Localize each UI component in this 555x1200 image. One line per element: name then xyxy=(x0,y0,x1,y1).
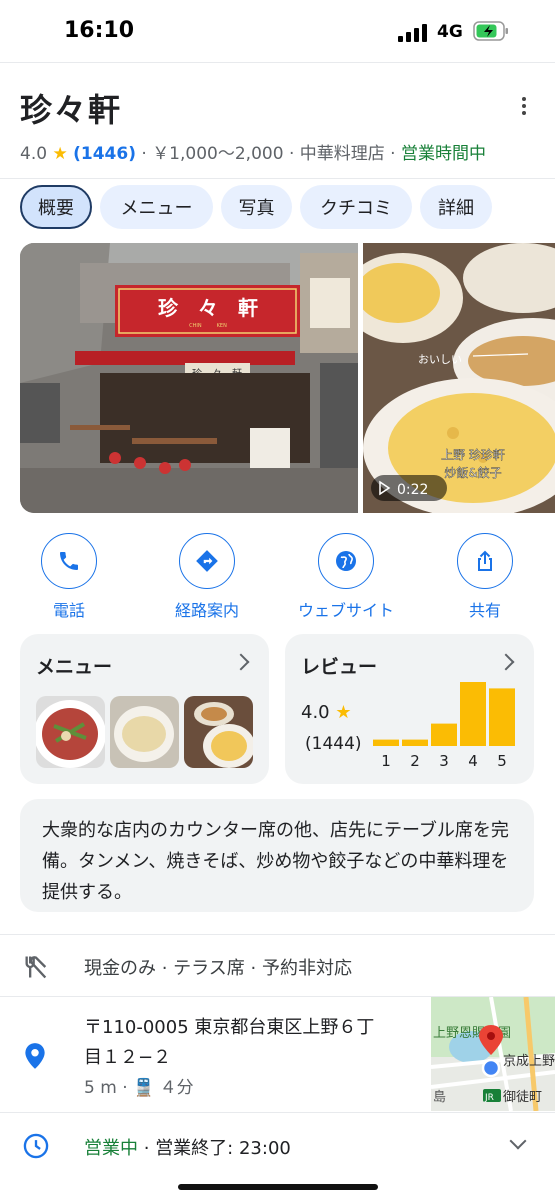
tab-photos[interactable]: 写真 xyxy=(221,185,292,229)
histogram-bar-1 xyxy=(373,739,399,746)
home-indicator xyxy=(178,1184,378,1190)
address-row[interactable]: 〒110-0005 東京都台東区上野６丁 目１２−２ 5 m · 🚆 ４分 上野… xyxy=(0,996,555,1112)
review-count-link[interactable]: (1446) xyxy=(73,144,136,164)
status-bar: 16:10 4G xyxy=(0,0,555,62)
histogram-bar-3 xyxy=(431,723,457,746)
shop-sign-sub: CHIN KEN xyxy=(189,323,227,329)
review-count: (1444) xyxy=(305,734,362,754)
amenities-row: 現金のみ · テラス席 · 予約非対応 xyxy=(0,934,555,996)
phone-icon xyxy=(41,533,97,589)
tab-reviews[interactable]: クチコミ xyxy=(300,185,412,229)
chevron-right-icon xyxy=(497,653,515,671)
globe-icon xyxy=(318,533,374,589)
map-label-island: 島 xyxy=(433,1090,446,1105)
tab-menu[interactable]: メニュー xyxy=(100,185,213,229)
call-button[interactable]: 電話 xyxy=(14,533,124,621)
address-line-1: 〒110-0005 東京都台東区上野６丁 xyxy=(84,1017,375,1038)
hours-row[interactable]: 営業中 · 営業終了: 23:00 xyxy=(0,1112,555,1178)
star-icon: ★ xyxy=(52,144,68,164)
chevron-down-icon[interactable] xyxy=(509,1132,527,1150)
hours-text: 営業中 · 営業終了: 23:00 xyxy=(84,1138,291,1159)
call-label: 電話 xyxy=(52,601,85,620)
review-card-title: レビュー xyxy=(301,656,378,678)
rating-value: 4.0 xyxy=(20,144,48,164)
video-scribble: おいしい xyxy=(418,353,462,366)
directions-label: 経路案内 xyxy=(174,601,239,620)
tab-details[interactable]: 詳細 xyxy=(420,185,492,229)
signal-icon xyxy=(398,24,428,42)
directions-icon xyxy=(179,533,235,589)
address-text: 〒110-0005 東京都台東区上野６丁 目１２−２ xyxy=(84,1013,374,1073)
map-jr-badge: JR xyxy=(484,1093,494,1103)
network-type: 4G xyxy=(437,22,463,42)
video-caption-2: 炒飯&餃子 xyxy=(444,465,501,480)
menu-photo-2[interactable] xyxy=(110,696,179,768)
histogram-label-4: 4 xyxy=(468,752,478,770)
share-icon xyxy=(457,533,513,589)
transit-time: ４分 xyxy=(159,1078,194,1098)
website-label: ウェブサイト xyxy=(297,601,394,620)
video-duration: 0:22 xyxy=(397,482,428,498)
storefront-photo[interactable]: 珍 々 軒 CHIN KEN 珍 々 軒 xyxy=(20,243,358,513)
chevron-right-icon xyxy=(232,653,250,671)
menu-photo-1[interactable] xyxy=(36,696,105,768)
address-line-2: 目１２−２ xyxy=(84,1047,172,1068)
review-histogram: 1 2 3 4 5 xyxy=(373,682,515,770)
histogram-label-2: 2 xyxy=(410,752,420,770)
shop-sign: 珍 々 軒 xyxy=(158,296,258,320)
my-location-icon xyxy=(481,1058,501,1078)
tab-bar: 概要 メニュー 写真 クチコミ 詳細 xyxy=(0,178,555,234)
more-options-icon[interactable] xyxy=(514,97,534,121)
histogram-label-5: 5 xyxy=(497,752,507,770)
clock-icon xyxy=(23,1133,49,1159)
histogram-bar-5 xyxy=(489,688,515,746)
map-label-okachimachi: 御徒町 xyxy=(503,1090,542,1105)
share-label: 共有 xyxy=(468,601,501,620)
video-caption-1: 上野 珍珍軒 xyxy=(441,448,505,462)
description: 大衆的な店内のカウンター席の他、店先にテーブル席を完備。タンメン、焼きそば、炒め… xyxy=(20,799,534,912)
utensils-icon xyxy=(25,956,47,979)
histogram-bar-2 xyxy=(402,739,428,746)
price-range: ￥1,000〜2,000 xyxy=(152,144,284,164)
place-meta: 4.0 ★ (1446) · ￥1,000〜2,000 · 中華料理店 · 営業… xyxy=(20,144,486,164)
place-title: 珍々軒 xyxy=(20,91,123,129)
open-status: 営業時間中 xyxy=(400,144,486,164)
tab-overview[interactable]: 概要 xyxy=(20,185,92,229)
hours-closing: 営業終了: 23:00 xyxy=(155,1138,291,1159)
histogram-label-3: 3 xyxy=(439,752,449,770)
histogram-label-1: 1 xyxy=(381,752,391,770)
menu-card-title: メニュー xyxy=(36,656,113,678)
battery-icon xyxy=(473,21,508,41)
directions-button[interactable]: 経路案内 xyxy=(152,533,262,621)
location-pin-icon xyxy=(25,1043,45,1069)
menu-card[interactable]: メニュー xyxy=(20,634,269,784)
hours-status: 営業中 xyxy=(84,1138,138,1159)
train-icon: 🚆 xyxy=(133,1078,155,1098)
video-thumbnail[interactable]: おいしい 上野 珍珍軒 炒飯&餃子 0:22 xyxy=(363,243,555,513)
review-rating-value: 4.0 xyxy=(301,702,330,723)
histogram-bar-4 xyxy=(460,682,486,746)
share-button[interactable]: 共有 xyxy=(430,533,540,621)
photo-carousel[interactable]: 珍 々 軒 CHIN KEN 珍 々 軒 おいしい 上野 珍珍軒 炒飯&餃子 0… xyxy=(20,243,555,513)
review-rating: 4.0 ★ xyxy=(301,702,352,723)
map-thumbnail[interactable]: 上野恩賜公園 京成上野 島 JR 御徒町 xyxy=(431,997,555,1111)
star-icon: ★ xyxy=(335,702,352,723)
review-card[interactable]: レビュー 4.0 ★ (1444) 1 2 3 4 5 xyxy=(285,634,534,784)
walk-distance: 5 m xyxy=(84,1078,117,1098)
menu-photo-3[interactable] xyxy=(184,696,253,768)
map-label-station: 京成上野 xyxy=(503,1054,555,1069)
place-header: 珍々軒 4.0 ★ (1446) · ￥1,000〜2,000 · 中華料理店 … xyxy=(0,62,555,177)
website-button[interactable]: ウェブサイト xyxy=(291,533,401,621)
category: 中華料理店 xyxy=(299,144,385,164)
amenities-text: 現金のみ · テラス席 · 予約非対応 xyxy=(84,958,352,979)
status-time: 16:10 xyxy=(64,18,135,43)
address-transit: 5 m · 🚆 ４分 xyxy=(84,1078,194,1098)
